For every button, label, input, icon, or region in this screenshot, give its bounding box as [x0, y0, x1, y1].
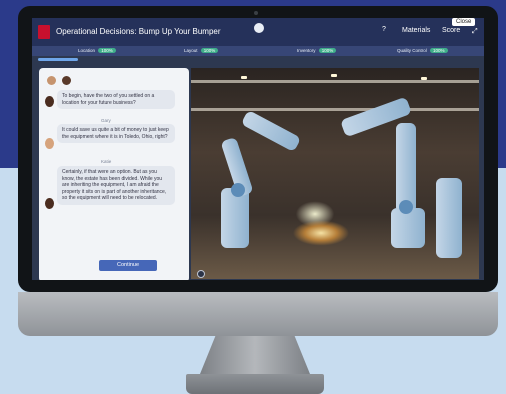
participants [47, 72, 73, 90]
monitor-base [186, 374, 324, 394]
speaker-name: Gary [101, 118, 111, 123]
avatar [47, 76, 56, 85]
scene-photo [191, 68, 479, 279]
monitor-chin [18, 292, 498, 336]
avatar [62, 76, 72, 85]
robot-arm-far-right [436, 178, 462, 258]
robot-joint [231, 183, 245, 197]
metric-layout: Layout 100% [184, 48, 219, 53]
chat-panel: To begin, have the two of you settled on… [39, 68, 189, 280]
metric-location: Location 100% [78, 48, 116, 53]
page-title: Operational Decisions: Bump Up Your Bump… [56, 27, 221, 36]
continue-button[interactable]: Continue [99, 260, 157, 271]
metrics-bar: Location 100% Layout 100% Inventory 100%… [32, 46, 484, 56]
robot-joint [399, 200, 413, 214]
robot-arm-left-forearm [240, 109, 302, 153]
app-icon [254, 23, 264, 33]
metric-label: Location [78, 48, 96, 53]
app-screen: Operational Decisions: Bump Up Your Bump… [32, 18, 484, 280]
ceiling-lamp [241, 76, 247, 79]
avatar [45, 138, 54, 149]
materials-button[interactable]: Materials [402, 27, 430, 34]
media-control-icon[interactable] [197, 270, 205, 278]
brand-logo [38, 25, 50, 39]
top-bar: Operational Decisions: Bump Up Your Bump… [32, 18, 484, 46]
metric-label: Inventory [297, 48, 316, 53]
progress-bar [38, 58, 78, 61]
metric-quality-control: Quality Control 100% [397, 48, 448, 53]
robot-arm-right-base [391, 208, 425, 248]
metric-value: 100% [98, 48, 116, 53]
speaker-name: Katie [101, 159, 112, 164]
avatar [45, 96, 54, 107]
help-icon[interactable]: ? [382, 26, 386, 33]
metric-value: 100% [200, 48, 219, 53]
metric-label: Quality Control [397, 48, 427, 53]
metric-value: 100% [318, 48, 337, 53]
chat-message: Certainly, if that were an option. But a… [57, 166, 175, 205]
metric-inventory: Inventory 100% [297, 48, 337, 53]
avatar [45, 198, 54, 209]
ceiling-lamp [421, 77, 427, 80]
ceiling-beam [191, 80, 479, 83]
chat-message: It could save us quite a bit of money to… [57, 124, 175, 144]
metric-value: 100% [430, 48, 448, 53]
score-button[interactable]: Score [442, 27, 460, 34]
metric-label: Layout [184, 48, 198, 53]
chat-message: To begin, have the two of you settled on… [57, 90, 175, 110]
monitor-stand [200, 336, 310, 374]
ceiling-lamp [331, 74, 337, 77]
robot-arm-left-base [221, 188, 249, 248]
ceiling-beam [191, 108, 479, 111]
webcam-dot [254, 11, 258, 15]
close-button[interactable]: Close [452, 18, 476, 26]
expand-icon[interactable]: ⤢ [472, 28, 478, 36]
